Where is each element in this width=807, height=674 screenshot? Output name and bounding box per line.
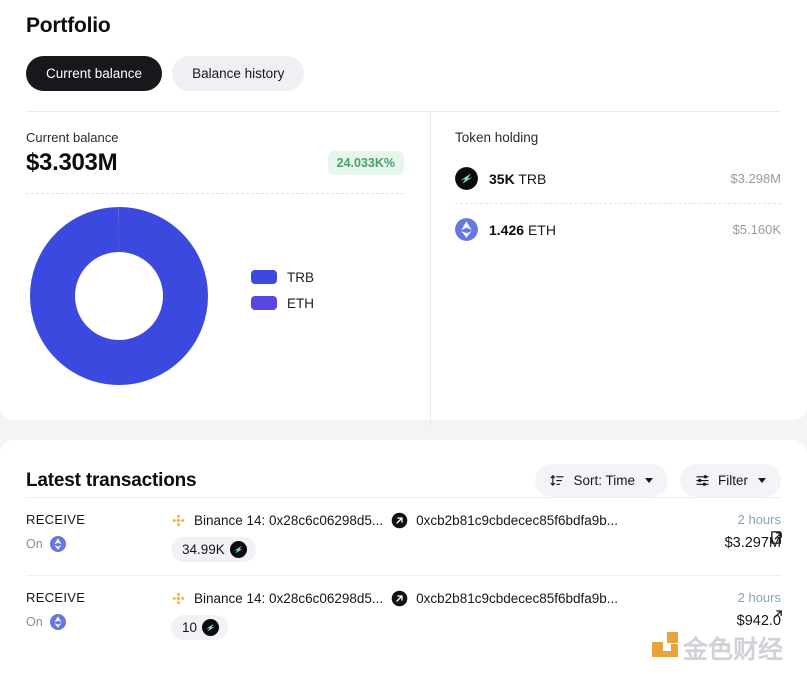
to-address[interactable]: 0xcb2b81c9cbdecec85f6bdfa9b... [416,513,618,528]
balance-divider [26,193,404,194]
binance-diamond-icon [172,514,185,527]
from-address[interactable]: Binance 14: 0x28c6c06298d5... [194,591,383,606]
token-amount-value: 35K [489,170,515,187]
filter-button[interactable]: Filter [680,464,781,497]
balance-pane: Current balance $3.303M 24.033K% TRB ETH [0,112,430,427]
donut-svg [29,206,208,385]
donut-slice-trb [29,206,208,385]
chevron-down-icon [758,478,766,483]
from-address[interactable]: Binance 14: 0x28c6c06298d5... [194,513,383,528]
token-holding-pane: Token holding 35K TRB $3.298M 1.426 ETH … [431,112,807,427]
legend-color-chip-trb [251,270,277,284]
portfolio-panes: Current balance $3.303M 24.033K% TRB ETH… [0,112,807,427]
transaction-chain: On [26,614,171,630]
table-row[interactable]: RECEIVE On Binance 14: 0x28c6c06298d5...… [26,575,782,653]
current-balance-label: Current balance [26,130,119,145]
transaction-amount: 34.99K [182,542,225,557]
token-holding-title: Token holding [455,130,539,145]
eth-token-icon [455,218,478,241]
allocation-chart-area: TRB ETH [26,206,404,385]
transactions-title: Latest transactions [26,469,197,491]
legend-label-eth: ETH [287,295,314,311]
token-row[interactable]: 1.426 ETH $5.160K [455,203,781,254]
donut-chart [26,206,211,385]
tab-current-balance[interactable]: Current balance [26,56,163,91]
transaction-time: 2 hours [737,590,781,605]
portfolio-header: Portfolio Current balance Balance histor… [0,0,807,112]
portfolio-page: Portfolio Current balance Balance histor… [0,0,807,674]
transaction-meta-col: 2 hours $942.0 [651,590,781,629]
transaction-parties: Binance 14: 0x28c6c06298d5... 0xcb2b81c9… [171,512,651,529]
page-title: Portfolio [26,14,111,37]
balance-amount: $3.303M [26,149,118,176]
binance-diamond-icon [172,592,185,605]
eth-chain-icon [49,614,66,630]
transaction-meta-col: 2 hours $3.297M [651,512,781,551]
latest-transactions-card: Latest transactions Sort: Time Filter RE… [0,440,807,674]
portfolio-tabs: Current balance Balance history [26,56,781,91]
transactions-controls: Sort: Time Filter [535,464,781,497]
trb-token-icon [202,619,220,636]
token-usd-value: $3.298M [730,171,781,186]
sort-icon [551,475,565,486]
balance-row: $3.303M 24.033K% [26,149,404,177]
token-symbol: TRB [518,170,547,187]
transaction-parties: Binance 14: 0x28c6c06298d5... 0xcb2b81c9… [171,590,651,607]
transaction-chain: On [26,536,171,552]
tab-balance-history[interactable]: Balance history [172,56,305,91]
transaction-type: RECEIVE [26,512,86,527]
on-label: On [26,615,43,629]
transactions-header: Latest transactions Sort: Time Filter [26,440,781,497]
external-link-icon[interactable] [770,608,785,623]
chevron-down-icon [645,478,653,483]
transaction-amount-pill: 10 [171,615,229,640]
token-row[interactable]: 35K TRB $3.298M [455,153,781,203]
transaction-row-content: RECEIVE On Binance 14: 0x28c6c06298d5...… [26,512,781,562]
transaction-amount: 10 [182,620,198,635]
token-amount-value: 1.426 [489,221,525,238]
table-row[interactable]: RECEIVE On Binance 14: 0x28c6c06298d5...… [26,497,782,575]
token-amount: 1.426 ETH [489,222,556,238]
token-row-left: 1.426 ETH [455,218,556,241]
legend-label-trb: TRB [287,269,314,285]
sort-button[interactable]: Sort: Time [535,464,668,497]
transaction-usd: $3.297M [724,535,781,551]
legend-color-chip-eth [251,296,277,310]
on-label: On [26,537,43,551]
chart-legend: TRB ETH [251,270,314,322]
token-usd-value: $5.160K [732,222,781,237]
token-list: 35K TRB $3.298M 1.426 ETH $5.160K [455,153,781,254]
legend-item-trb: TRB [251,270,314,285]
legend-item-eth: ETH [251,296,314,311]
token-amount: 35K TRB [489,171,546,187]
to-address[interactable]: 0xcb2b81c9cbdecec85f6bdfa9b... [416,591,618,606]
eth-chain-icon [49,536,66,552]
transfer-arrow-icon [391,590,408,607]
filter-sliders-icon [696,475,709,486]
transaction-usd: $942.0 [736,613,781,629]
transaction-type: RECEIVE [26,590,86,605]
transaction-detail-col: Binance 14: 0x28c6c06298d5... 0xcb2b81c9… [171,512,651,562]
trb-token-icon [229,541,247,558]
external-link-icon[interactable] [770,530,785,545]
token-symbol: ETH [527,221,556,238]
transaction-amount-pill: 34.99K [171,537,256,562]
transaction-type-col: RECEIVE On [26,512,171,552]
token-row-left: 35K TRB [455,167,546,190]
trb-token-icon [455,167,478,190]
transaction-time: 2 hours [737,512,781,527]
transaction-detail-col: Binance 14: 0x28c6c06298d5... 0xcb2b81c9… [171,590,651,640]
filter-label: Filter [718,473,748,488]
sort-label: Sort: Time [573,473,635,488]
change-badge: 24.033K% [327,151,404,175]
transaction-type-col: RECEIVE On [26,590,171,630]
portfolio-card: Portfolio Current balance Balance histor… [0,0,807,427]
transfer-arrow-icon [391,512,408,529]
transaction-row-content: RECEIVE On Binance 14: 0x28c6c06298d5...… [26,590,781,640]
